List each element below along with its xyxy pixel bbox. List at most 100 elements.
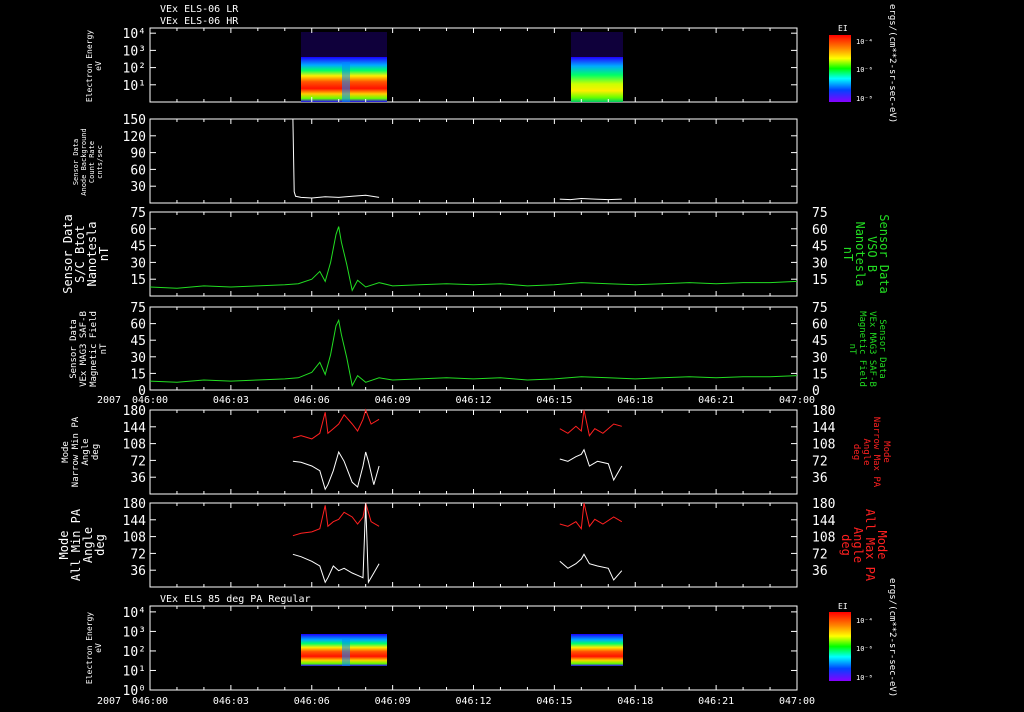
time-tick-label: 046:06 — [294, 395, 330, 406]
series-line-red — [292, 408, 380, 440]
time-tick-label: 046:18 — [617, 395, 653, 406]
y-tick-label-right: 45 — [812, 240, 828, 255]
ylabel-right-btot: Sensor DataVSO BNanoteslanT — [841, 214, 891, 293]
y-tick-label: 60 — [130, 163, 146, 178]
y-tick-label-right: 60 — [812, 318, 828, 333]
y-tick-label: 108 — [123, 531, 146, 546]
y-tick-label: 10² — [123, 62, 146, 77]
colorbar-top-tick-3: 10⁻⁸ — [856, 95, 873, 103]
header-line2: VEx ELS-06 HR — [160, 16, 239, 27]
y-tick-label-right: 180 — [812, 497, 835, 512]
time-tick-label: 046:09 — [375, 395, 411, 406]
series-line-white — [292, 118, 380, 199]
y-tick-label: 90 — [130, 147, 146, 162]
y-tick-label: 30 — [130, 351, 146, 366]
y-tick-label: 36 — [130, 564, 146, 579]
colorbar-top-title: EI — [838, 24, 848, 33]
y-tick-label: 108 — [123, 438, 146, 453]
y-tick-label: 0 — [138, 384, 146, 399]
chart-marks: 046:00 046:03 046:06 046:09 046:12 046:15 046:… — [123, 27, 836, 707]
time-tick-label: 046:15 — [536, 696, 572, 707]
series-line-white — [559, 553, 623, 581]
series-line-white — [292, 450, 380, 491]
y-tick-label: 144 — [123, 514, 147, 529]
y-tick-label: 10² — [123, 645, 146, 660]
spectrogram-bottom-block-2 — [571, 634, 623, 666]
colorbar-bottom-tick-1: 10⁻⁴ — [856, 617, 873, 625]
y-tick-label: 75 — [130, 206, 146, 221]
y-tick-label-right: 36 — [812, 471, 828, 486]
time-tick-label: 046:15 — [536, 395, 572, 406]
panel-frame-spectrogram-bottom — [149, 605, 798, 691]
y-tick-label-right: 30 — [812, 256, 828, 271]
colorbar-top-tick-2: 10⁻⁶ — [856, 66, 873, 74]
y-tick-label: 180 — [123, 497, 146, 512]
ylabel-btot: Sensor DataS/C BtotNanoteslanT — [61, 214, 111, 293]
y-tick-label: 10¹ — [123, 79, 146, 94]
ylabel-right-narrow-pa: ModeNarrow Max PAAngledeg — [851, 417, 891, 488]
colorbar-bottom-tick-3: 10⁻⁸ — [856, 674, 873, 682]
colorbar-top-side-label: ergs/(cm**2-sr-sec-eV) — [887, 4, 897, 123]
y-tick-label: 72 — [130, 454, 146, 469]
y-tick-label-right: 60 — [812, 223, 828, 238]
y-tick-label-right: 15 — [812, 367, 828, 382]
y-tick-label: 10³ — [123, 44, 146, 59]
series-line-green — [149, 318, 798, 388]
series-line-red — [559, 502, 623, 530]
colorbar-bottom-side-label: ergs/(cm**2-sr-sec-eV) — [887, 578, 897, 697]
time-tick-label: 046:09 — [375, 696, 411, 707]
y-tick-label: 150 — [123, 113, 146, 128]
spectrogram-top — [301, 32, 623, 102]
y-tick-label: 120 — [123, 130, 146, 145]
spectrogram-bottom — [301, 634, 623, 666]
y-tick-label-right: 108 — [812, 531, 835, 546]
y-tick-label-right: 36 — [812, 564, 828, 579]
ylabel-narrow-pa: ModeNarrow Min PAAngledeg — [61, 416, 101, 487]
y-tick-label-right: 72 — [812, 454, 828, 469]
y-tick-label-right: 144 — [812, 514, 836, 529]
colorbar-top-gradient — [829, 35, 851, 102]
colorbar-bottom: EI 10⁻⁴ 10⁻⁶ 10⁻⁸ — [829, 602, 873, 682]
y-tick-label: 72 — [130, 547, 146, 562]
series-line-red — [559, 409, 622, 437]
ylabel-spectrogram-top: Electron EnergyeV — [85, 30, 103, 102]
series-line-white — [292, 502, 380, 585]
y-tick-label: 36 — [130, 471, 146, 486]
colorbar-bottom-gradient — [829, 612, 851, 681]
series-line-white — [559, 197, 622, 201]
time-tick-label: 046:03 — [213, 696, 249, 707]
y-tick-label-right: 144 — [812, 421, 836, 436]
panel-frame-background — [149, 118, 798, 204]
header-line1: VEx ELS-06 LR — [160, 4, 239, 15]
ylabel-right-all-pa: ModeAll Max PAAngledeg — [839, 509, 889, 582]
y-tick-label: 45 — [130, 240, 146, 255]
ylabel-all-pa: ModeAll Min PAAngledeg — [57, 508, 107, 581]
y-tick-label: 15 — [130, 273, 146, 288]
y-tick-label: 15 — [130, 367, 146, 382]
time-tick-label: 046:06 — [294, 696, 330, 707]
y-tick-label: 30 — [130, 180, 146, 195]
panel-frame-narrow-pa — [149, 409, 798, 495]
colorbar-top: EI 10⁻⁴ 10⁻⁶ 10⁻⁸ — [829, 24, 873, 103]
y-tick-label: 45 — [130, 334, 146, 349]
spectrogram-bottom-dip — [342, 638, 350, 666]
ylabel-spectrogram-bottom: Electron EnergyeV — [85, 612, 103, 684]
y-tick-label: 10⁴ — [123, 606, 146, 621]
y-tick-label: 144 — [123, 421, 147, 436]
time-tick-label: 046:21 — [698, 696, 734, 707]
series-line-green — [149, 226, 798, 292]
y-tick-label-right: 180 — [812, 404, 835, 419]
y-tick-label-right: 72 — [812, 547, 828, 562]
plot-root: VEx ELS-06 LR VEx ELS-06 HR VEx ELS 85 d… — [0, 0, 1024, 708]
colorbar-bottom-tick-2: 10⁻⁶ — [856, 645, 873, 653]
y-tick-label: 75 — [130, 301, 146, 316]
time-tick-label: 047:00 — [779, 696, 815, 707]
panel-frame-spectrogram-top — [149, 27, 798, 103]
y-tick-label-right: 45 — [812, 334, 828, 349]
y-tick-label-right: 30 — [812, 351, 828, 366]
y-tick-label: 10³ — [123, 625, 146, 640]
y-tick-label-right: 75 — [812, 301, 828, 316]
time-tick-label: 046:21 — [698, 395, 734, 406]
multi-panel-chart: VEx ELS-06 LR VEx ELS-06 HR VEx ELS 85 d… — [57, 4, 897, 707]
y-tick-label: 10⁰ — [123, 684, 146, 699]
